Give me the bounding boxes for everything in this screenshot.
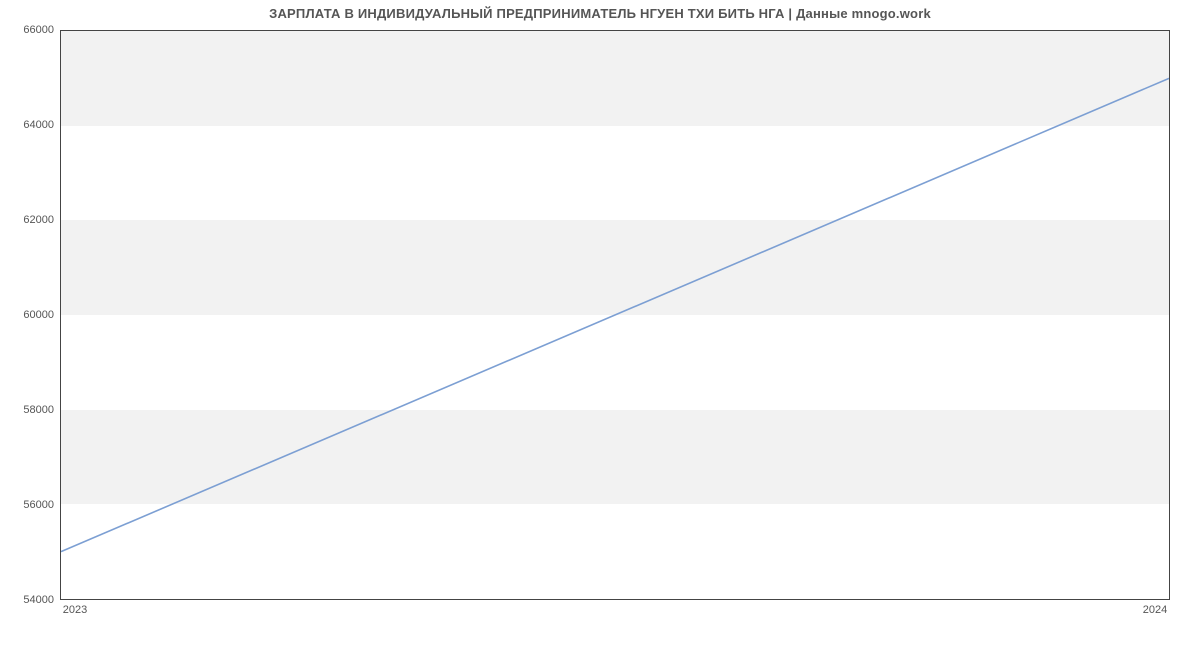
y-tick-60000: 60000 — [4, 309, 54, 321]
x-tick-2024: 2024 — [1143, 604, 1167, 616]
y-tick-64000: 64000 — [4, 119, 54, 131]
chart-title: ЗАРПЛАТА В ИНДИВИДУАЛЬНЫЙ ПРЕДПРИНИМАТЕЛ… — [0, 6, 1200, 21]
y-tick-62000: 62000 — [4, 214, 54, 226]
x-tick-2023: 2023 — [63, 604, 87, 616]
salary-line-chart: ЗАРПЛАТА В ИНДИВИДУАЛЬНЫЙ ПРЕДПРИНИМАТЕЛ… — [0, 0, 1200, 650]
y-tick-58000: 58000 — [4, 404, 54, 416]
y-tick-54000: 54000 — [4, 594, 54, 606]
y-tick-56000: 56000 — [4, 499, 54, 511]
plot-area — [60, 30, 1170, 600]
line-layer — [61, 31, 1169, 599]
salary-series-line — [61, 78, 1169, 551]
y-tick-66000: 66000 — [4, 24, 54, 36]
